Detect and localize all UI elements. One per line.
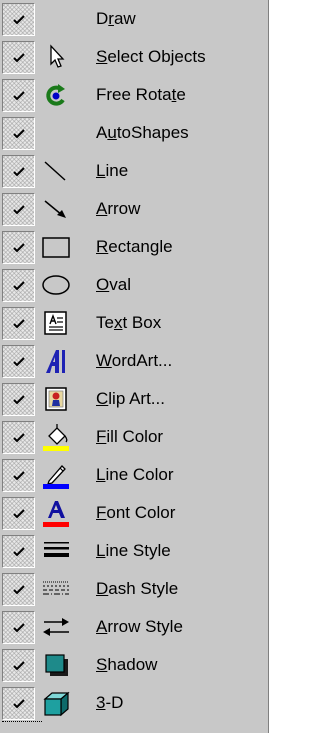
checkmark-icon [13,699,25,709]
checkmark-box [2,497,35,530]
menu-item-rectangle[interactable]: Rectangle [0,228,268,266]
menu-item-free-rotate[interactable]: Free Rotate [0,76,268,114]
menu-item-label: Free Rotate [96,85,186,104]
menu-item-line-style[interactable]: Line Style [0,532,268,570]
text-box-icon [44,311,67,335]
checkmark-box [2,3,35,36]
menu-item-select-objects[interactable]: Select Objects [0,38,268,76]
checkmark-box [2,573,35,606]
checkmark-icon [13,547,25,557]
checkmark-icon [13,661,25,671]
menu-item-label: Fill Color [96,427,164,446]
checkmark-icon [13,167,25,177]
menu-item-clip-art[interactable]: Clip Art... [0,380,268,418]
checkmark-icon [13,433,25,443]
menu-item-font-color[interactable]: Font Color [0,494,268,532]
oval-icon [42,275,70,295]
view-toolbars-drawing-menu: Draw Select Objects Free Rotate AutoShap… [0,0,269,733]
menu-item-line-color[interactable]: Line Color [0,456,268,494]
checkmark-icon [13,585,25,595]
menu-item-label: Shadow [96,655,158,674]
checkmark-box [2,687,35,720]
checkmark-box [2,649,35,682]
checkmark-icon [13,395,25,405]
menu-item-line[interactable]: Line [0,152,268,190]
checkmark-icon [13,53,25,63]
menu-item-label: Line Color [96,465,174,484]
menu-item-label: Line [96,161,129,180]
menu-item-label: Arrow [96,199,141,218]
menu-item-label: Select Objects [96,47,206,66]
fill-color-icon [43,424,69,451]
menu-item-label: 3-D [96,693,124,712]
menu-item-label: Rectangle [96,237,173,256]
menu-item-label: Draw [96,9,136,28]
menu-item-oval[interactable]: Oval [0,266,268,304]
menu-item-text-box[interactable]: Text Box [0,304,268,342]
checkmark-icon [13,91,25,101]
menu-item-label: Line Style [96,541,171,560]
menu-item-3-d[interactable]: 3-D [0,684,268,722]
checkmark-icon [13,15,25,25]
dash-style-icon [43,581,69,595]
arrow-cursor-icon [50,44,65,68]
menu-item-shadow[interactable]: Shadow [0,646,268,684]
menu-item-autoshapes[interactable]: AutoShapes [0,114,268,152]
menu-item-label: Arrow Style [96,617,183,636]
checkmark-box [2,459,35,492]
checkmark-icon [13,471,25,481]
wordart-icon [46,350,65,373]
menu-item-fill-color[interactable]: Fill Color [0,418,268,456]
checkmark-icon [13,319,25,329]
menu-item-dash-style[interactable]: Dash Style [0,570,268,608]
checkmark-icon [13,509,25,519]
checkmark-box [2,193,35,226]
checkmark-icon [13,281,25,291]
menu-item-wordart[interactable]: WordArt... [0,342,268,380]
checkmark-icon [13,129,25,139]
font-color-icon [43,501,69,527]
menu-item-label: WordArt... [96,351,173,370]
menu-item-label: AutoShapes [96,123,189,142]
3d-icon [43,691,70,717]
menu-item-arrow-style[interactable]: Arrow Style [0,608,268,646]
free-rotate-icon [46,84,65,106]
menu-item-label: Oval [96,275,131,294]
checkmark-box [2,79,35,112]
checkmark-box [2,117,35,150]
rectangle-icon [42,237,70,258]
arrow-icon [44,200,66,218]
bottom-dotted-edge [2,721,42,722]
menu-item-label: Clip Art... [96,389,165,408]
checkmark-icon [13,243,25,253]
checkmark-box [2,231,35,264]
menu-item-label: Dash Style [96,579,179,598]
line-icon [44,161,66,181]
clip-art-icon [45,387,67,411]
line-color-icon [43,465,69,489]
checkmark-box [2,345,35,378]
menu-item-label: Text Box [96,313,162,332]
checkmark-box [2,611,35,644]
checkmark-icon [13,357,25,367]
menu-item-arrow[interactable]: Arrow [0,190,268,228]
line-style-icon [44,542,69,557]
checkmark-box [2,383,35,416]
checkmark-box [2,421,35,454]
checkmark-box [2,307,35,340]
checkmark-box [2,41,35,74]
menu-item-draw[interactable]: Draw [0,0,268,38]
menu-item-label: Font Color [96,503,176,522]
arrow-style-icon [43,618,69,636]
shadow-icon [45,654,68,676]
checkmark-box [2,155,35,188]
checkmark-icon [13,205,25,215]
checkmark-box [2,535,35,568]
checkmark-icon [13,623,25,633]
checkmark-box [2,269,35,302]
